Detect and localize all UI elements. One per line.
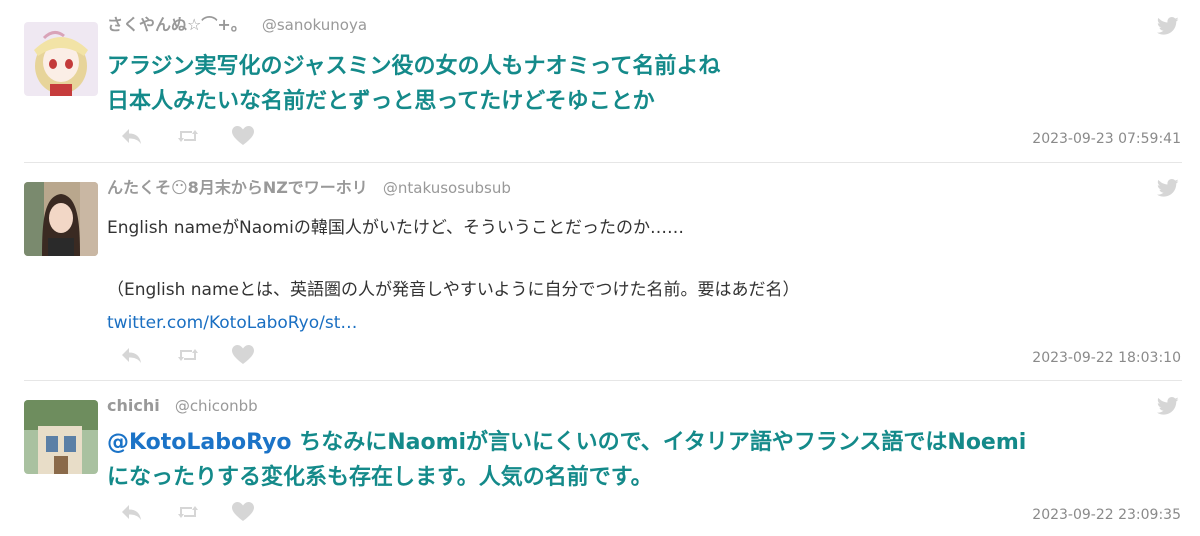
twitter-bird-icon[interactable] xyxy=(1156,179,1179,197)
tweet-header: chichi @chiconbb xyxy=(107,395,258,417)
user-name[interactable]: さくやんぬ☆⌒+。 xyxy=(107,15,247,34)
mention-link[interactable]: @KotoLaboRyo xyxy=(107,430,292,455)
like-icon[interactable] xyxy=(231,501,255,523)
retweet-icon[interactable] xyxy=(176,501,200,523)
tweet: chichi @chiconbb @KotoLaboRyo ちなみにNaomiが… xyxy=(0,381,1200,536)
tweet-text-span: ちなみにNaomiが言いにくいので、イタリア語やフランス語ではNoemi xyxy=(291,430,1027,455)
timestamp[interactable]: 2023-09-22 18:03:10 xyxy=(1032,348,1181,368)
tweet: さくやんぬ☆⌒+。 @sanokunoya アラジン実写化のジャスミン役の女の人… xyxy=(0,0,1200,162)
tweet-text-line: アラジン実写化のジャスミン役の女の人もナオミって名前よね xyxy=(107,54,721,79)
user-handle[interactable]: @ntakusosubsub xyxy=(383,179,511,197)
tweet-text-line: English nameがNaomiの韓国人がいたけど、そういうことだったのか…… xyxy=(107,218,684,238)
tweet-text: English nameがNaomiの韓国人がいたけど、そういうことだったのか…… xyxy=(107,216,1177,336)
user-name[interactable]: んたくそ😶8月末からNZでワーホリ xyxy=(107,178,368,197)
retweet-icon[interactable] xyxy=(176,344,200,366)
tweet-header: んたくそ😶8月末からNZでワーホリ @ntakusosubsub xyxy=(107,177,511,199)
tweet-link[interactable]: twitter.com/KotoLaboRyo/st… xyxy=(107,313,357,333)
tweet-text-line: 日本人みたいな名前だとずっと思ってたけどそゆことか xyxy=(107,89,655,114)
reply-icon[interactable] xyxy=(120,344,144,366)
tweet-text-line: @KotoLaboRyo ちなみにNaomiが言いにくいので、イタリア語やフラン… xyxy=(107,425,1177,460)
retweet-icon[interactable] xyxy=(176,125,200,147)
tweet-text: アラジン実写化のジャスミン役の女の人もナオミって名前よね 日本人みたいな名前だと… xyxy=(107,49,1177,119)
avatar[interactable] xyxy=(24,182,98,256)
tweet: んたくそ😶8月末からNZでワーホリ @ntakusosubsub English… xyxy=(0,163,1200,380)
like-icon[interactable] xyxy=(231,125,255,147)
reply-icon[interactable] xyxy=(120,501,144,523)
user-name[interactable]: chichi xyxy=(107,396,160,415)
like-icon[interactable] xyxy=(231,344,255,366)
tweet-text-line: （English nameとは、英語圏の人が発音しやすいように自分でつけた名前。… xyxy=(107,280,800,300)
tweet-text-line: になったりする変化系も存在します。人気の名前です。 xyxy=(107,465,653,490)
avatar[interactable] xyxy=(24,400,98,474)
reply-icon[interactable] xyxy=(120,125,144,147)
timestamp[interactable]: 2023-09-23 07:59:41 xyxy=(1032,129,1181,149)
tweet-header: さくやんぬ☆⌒+。 @sanokunoya xyxy=(107,14,367,36)
user-handle[interactable]: @sanokunoya xyxy=(262,16,367,34)
timestamp[interactable]: 2023-09-22 23:09:35 xyxy=(1032,505,1181,525)
user-handle[interactable]: @chiconbb xyxy=(175,397,258,415)
avatar[interactable] xyxy=(24,22,98,96)
twitter-bird-icon[interactable] xyxy=(1156,397,1179,415)
twitter-bird-icon[interactable] xyxy=(1156,17,1179,35)
tweet-text: @KotoLaboRyo ちなみにNaomiが言いにくいので、イタリア語やフラン… xyxy=(107,425,1177,495)
